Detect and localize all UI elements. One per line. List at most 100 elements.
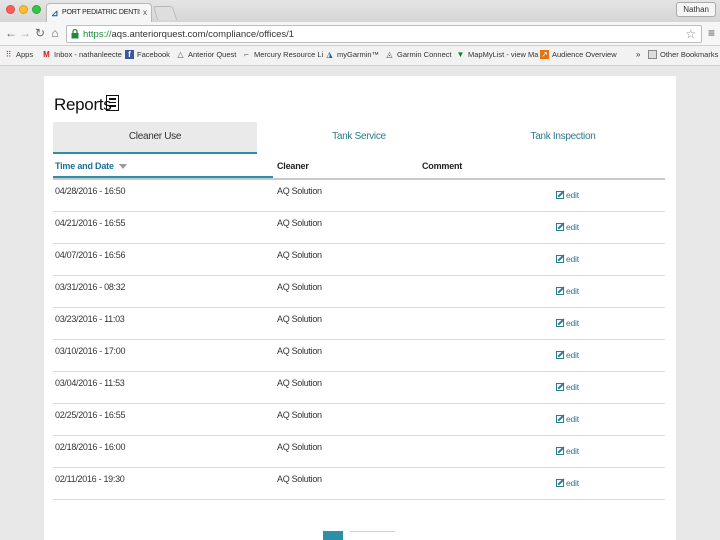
edit-icon bbox=[556, 447, 564, 455]
edit-label: edit bbox=[566, 222, 579, 232]
edit-button[interactable]: edit bbox=[556, 382, 579, 392]
sort-descending-icon bbox=[118, 164, 127, 170]
edit-label: edit bbox=[566, 382, 579, 392]
table-row: 04/07/2016 - 16:56 AQ Solution edit bbox=[53, 244, 665, 276]
cell-time-and-date: 02/18/2016 - 16:00 bbox=[55, 442, 126, 452]
bookmarks-bar: ⠿ Apps M Inbox - nathanleecte f Facebook △ A… bbox=[0, 46, 720, 66]
edit-button[interactable]: edit bbox=[556, 446, 579, 456]
tab-close-icon[interactable]: x bbox=[143, 8, 147, 17]
sorted-column-indicator bbox=[53, 176, 273, 178]
edit-button[interactable]: edit bbox=[556, 318, 579, 328]
bookmark-mygarmin[interactable]: ◮ myGarmin™ bbox=[325, 50, 379, 59]
report-icon-line bbox=[109, 101, 116, 103]
column-header-comment[interactable]: Comment bbox=[422, 161, 462, 171]
edit-label: edit bbox=[566, 286, 579, 296]
edit-icon bbox=[556, 415, 564, 423]
bookmark-mercury[interactable]: ⌐ Mercury Resource Li bbox=[242, 50, 323, 59]
pagination-current-page[interactable] bbox=[323, 531, 343, 540]
back-arrow-icon[interactable]: ← bbox=[4, 26, 18, 40]
tab-tank-service[interactable]: Tank Service bbox=[257, 122, 461, 154]
cell-cleaner: AQ Solution bbox=[277, 442, 322, 452]
bookmark-facebook[interactable]: f Facebook bbox=[125, 50, 170, 59]
bookmark-label: MapMyList - view Ma bbox=[468, 50, 539, 59]
bookmarks-overflow-button[interactable]: » bbox=[636, 50, 640, 59]
table-body: 04/28/2016 - 16:50 AQ Solution edit 04/21/2… bbox=[53, 180, 665, 500]
edit-button[interactable]: edit bbox=[556, 478, 579, 488]
edit-label: edit bbox=[566, 318, 579, 328]
edit-button[interactable]: edit bbox=[556, 254, 579, 264]
bookmark-audience-overview[interactable]: ↗ Audience Overview bbox=[540, 50, 617, 59]
browser-tab[interactable]: ⊿ PORT PEDIATRIC DENTISTR x bbox=[46, 3, 152, 22]
table-row: 03/10/2016 - 17:00 AQ Solution edit bbox=[53, 340, 665, 372]
edit-button[interactable]: edit bbox=[556, 222, 579, 232]
close-window-button[interactable] bbox=[6, 5, 15, 14]
bookmark-label: Other Bookmarks bbox=[660, 50, 719, 59]
tab-cleaner-use[interactable]: Cleaner Use bbox=[53, 122, 257, 154]
edit-icon bbox=[556, 383, 564, 391]
minimize-window-button[interactable] bbox=[19, 5, 28, 14]
column-header-time-and-date[interactable]: Time and Date bbox=[55, 161, 127, 171]
cell-time-and-date: 04/21/2016 - 16:55 bbox=[55, 218, 126, 228]
browser-menu-icon[interactable]: ≡ bbox=[708, 26, 715, 40]
facebook-icon: f bbox=[125, 50, 134, 59]
edit-button[interactable]: edit bbox=[556, 190, 579, 200]
column-header-label: Time and Date bbox=[55, 161, 114, 171]
lock-icon bbox=[71, 29, 79, 39]
mercury-icon: ⌐ bbox=[244, 50, 249, 59]
bookmark-anterior-quest[interactable]: △ Anterior Quest bbox=[176, 50, 236, 59]
table-row: 03/31/2016 - 08:32 AQ Solution edit bbox=[53, 276, 665, 308]
edit-button[interactable]: edit bbox=[556, 286, 579, 296]
tab-tank-inspection[interactable]: Tank Inspection bbox=[461, 122, 665, 154]
cell-cleaner: AQ Solution bbox=[277, 218, 322, 228]
edit-label: edit bbox=[566, 350, 579, 360]
zoom-window-button[interactable] bbox=[32, 5, 41, 14]
window-titlebar: ⊿ PORT PEDIATRIC DENTISTR x Nathan bbox=[0, 0, 720, 22]
tab-title: PORT PEDIATRIC DENTISTR bbox=[62, 9, 140, 16]
cell-time-and-date: 04/28/2016 - 16:50 bbox=[55, 186, 126, 196]
edit-icon bbox=[556, 479, 564, 487]
bookmark-garmin-connect[interactable]: ◬ Garmin Connect bbox=[385, 50, 452, 59]
report-list-icon bbox=[106, 95, 119, 111]
reload-icon[interactable]: ↻ bbox=[33, 26, 47, 40]
page-title: Reports bbox=[54, 95, 112, 114]
bookmark-label: Facebook bbox=[137, 50, 170, 59]
home-icon[interactable]: ⌂ bbox=[48, 26, 62, 40]
bookmark-label: Apps bbox=[16, 50, 34, 59]
bookmark-label: Audience Overview bbox=[552, 50, 617, 59]
garmin-icon: ◮ bbox=[326, 50, 333, 59]
site-favicon-icon: ⊿ bbox=[51, 8, 59, 18]
analytics-icon: ↗ bbox=[540, 50, 549, 59]
edit-button[interactable]: edit bbox=[556, 350, 579, 360]
cell-time-and-date: 03/23/2016 - 11:03 bbox=[55, 314, 125, 324]
other-bookmarks-folder[interactable]: Other Bookmarks bbox=[648, 50, 718, 59]
apps-grid-icon: ⠿ bbox=[5, 50, 12, 59]
cell-cleaner: AQ Solution bbox=[277, 474, 322, 484]
table-row: 04/21/2016 - 16:55 AQ Solution edit bbox=[53, 212, 665, 244]
bookmark-label: Garmin Connect bbox=[397, 50, 452, 59]
bookmark-apps[interactable]: ⠿ Apps bbox=[4, 50, 34, 59]
column-header-cleaner[interactable]: Cleaner bbox=[277, 161, 309, 171]
url-scheme: https:// bbox=[83, 29, 112, 40]
bookmark-label: Inbox - nathanleecte bbox=[54, 50, 122, 59]
cell-cleaner: AQ Solution bbox=[277, 410, 322, 420]
browser-toolbar: ← → ↻ ⌂ https://aqs.anteriorquest.com/co… bbox=[0, 22, 720, 46]
cell-cleaner: AQ Solution bbox=[277, 282, 322, 292]
bookmark-star-icon[interactable]: ☆ bbox=[685, 27, 696, 41]
table-row: 02/18/2016 - 16:00 AQ Solution edit bbox=[53, 436, 665, 468]
table-row: 03/23/2016 - 11:03 AQ Solution edit bbox=[53, 308, 665, 340]
pagination-next[interactable] bbox=[350, 531, 395, 540]
new-tab-button[interactable] bbox=[152, 6, 178, 20]
forward-arrow-icon[interactable]: → bbox=[18, 26, 32, 40]
edit-label: edit bbox=[566, 446, 579, 456]
bookmark-mapmylist[interactable]: ▼ MapMyList - view Ma bbox=[456, 50, 539, 59]
table-row: 02/11/2016 - 19:30 AQ Solution edit bbox=[53, 468, 665, 500]
report-icon-line bbox=[109, 98, 116, 100]
cell-time-and-date: 03/31/2016 - 08:32 bbox=[55, 282, 126, 292]
edit-button[interactable]: edit bbox=[556, 414, 579, 424]
bookmark-label: Anterior Quest bbox=[188, 50, 237, 59]
bookmark-inbox[interactable]: M Inbox - nathanleecte bbox=[42, 50, 122, 59]
report-icon-line bbox=[109, 105, 116, 107]
profile-button[interactable]: Nathan bbox=[676, 2, 716, 17]
address-bar[interactable]: https://aqs.anteriorquest.com/compliance… bbox=[66, 25, 702, 43]
cell-cleaner: AQ Solution bbox=[277, 186, 322, 196]
